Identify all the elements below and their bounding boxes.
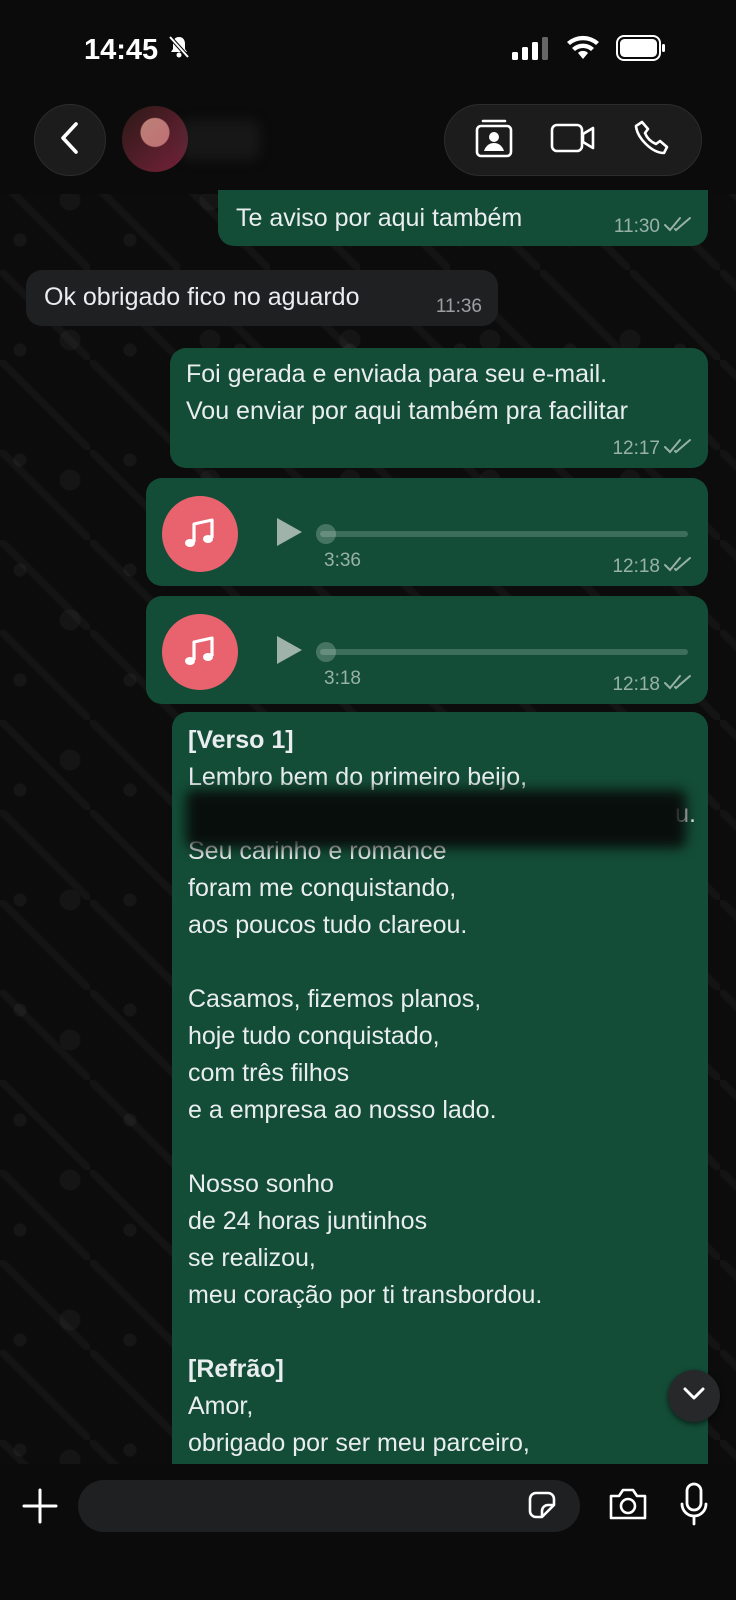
audio-duration: 3:36: [324, 550, 361, 571]
message-time: 11:36: [435, 296, 482, 317]
lyrics-line: [Verso 1]: [188, 726, 294, 754]
lyrics-message[interactable]: [Verso 1] Lembro bem do primeiro beijo, …: [172, 712, 708, 1472]
lyrics-line: [188, 1314, 708, 1351]
double-check-icon: [664, 438, 692, 460]
status-icons: [512, 34, 666, 66]
message-time: 12:17: [612, 438, 660, 459]
attach-button[interactable]: [18, 1486, 62, 1530]
message-outgoing[interactable]: Te aviso por aqui também 11:30: [218, 190, 708, 246]
message-meta: 11:30: [614, 216, 692, 238]
lyrics-line: se realizou,: [188, 1244, 316, 1272]
chevron-down-icon: [682, 1386, 706, 1407]
composer-bar: [0, 1464, 736, 1600]
camera-button[interactable]: [604, 1484, 652, 1528]
phone-icon: [634, 120, 670, 161]
bell-muted-icon: [168, 34, 190, 67]
audio-scrubber[interactable]: [316, 524, 336, 544]
camera-icon: [607, 1486, 649, 1527]
lyrics-line: Nosso sonho: [188, 1170, 334, 1198]
wifi-icon: [566, 35, 600, 66]
contact-card-icon: [474, 117, 514, 164]
lyrics-line: [188, 1129, 708, 1166]
lyrics-line: Casamos, fizemos planos,: [188, 985, 482, 1013]
audio-scrubber[interactable]: [316, 642, 336, 662]
music-note-icon: [162, 614, 238, 690]
audio-duration: 3:18: [324, 668, 361, 689]
double-check-icon: [664, 556, 692, 578]
message-meta: 12:18: [612, 556, 692, 578]
cellular-signal-icon: [512, 36, 550, 65]
microphone-icon: [679, 1482, 709, 1531]
lyrics-line: meu coração por ti transbordou.: [188, 1281, 543, 1309]
audio-message[interactable]: 3:18 12:18: [146, 596, 708, 704]
play-button[interactable]: [274, 634, 304, 671]
play-button[interactable]: [274, 516, 304, 553]
message-time: 12:18: [612, 556, 660, 577]
contact-avatar[interactable]: [122, 106, 188, 172]
message-text: Ok obrigado fico no aguardo: [44, 283, 360, 311]
message-text: Te aviso por aqui também: [236, 204, 523, 232]
message-meta: 11:36: [436, 296, 482, 318]
lyrics-line: hoje tudo conquistado,: [188, 1022, 440, 1050]
header-actions: [444, 104, 702, 176]
music-note-icon: [162, 496, 238, 572]
contact-name-redacted[interactable]: [180, 120, 260, 160]
redacted-line: [186, 790, 686, 848]
message-text: Foi gerada e enviada para seu e-mail. Vo…: [186, 360, 628, 425]
contact-card-button[interactable]: [464, 110, 524, 170]
lyrics-line: e a empresa ao nosso lado.: [188, 1096, 497, 1124]
lyrics-line: Amor,: [188, 1392, 254, 1420]
message-meta: 12:18: [612, 674, 692, 696]
double-check-icon: [664, 216, 692, 238]
chevron-left-icon: [59, 121, 81, 160]
lyrics-line: [Refrão]: [188, 1355, 284, 1383]
status-time-text: 14:45: [84, 33, 159, 66]
audio-progress-track[interactable]: [320, 649, 688, 655]
message-meta: 12:17: [612, 438, 692, 460]
double-check-icon: [664, 674, 692, 696]
audio-progress-track[interactable]: [320, 531, 688, 537]
sticker-button[interactable]: [524, 1490, 560, 1524]
microphone-button[interactable]: [672, 1480, 716, 1532]
lyrics-line: obrigado por ser meu parceiro,: [188, 1429, 530, 1457]
lyrics-line: de 24 horas juntinhos: [188, 1207, 428, 1235]
lyrics-line: aos poucos tudo clareou.: [188, 911, 468, 939]
lyrics-line: com três filhos: [188, 1059, 350, 1087]
voice-call-button[interactable]: [622, 110, 682, 170]
message-outgoing[interactable]: Foi gerada e enviada para seu e-mail. Vo…: [170, 348, 708, 468]
lyrics-line: foram me conquistando,: [188, 874, 457, 902]
video-camera-icon: [550, 122, 596, 159]
status-time: 14:45: [84, 34, 190, 67]
sticker-icon: [526, 1489, 558, 1526]
video-call-button[interactable]: [543, 110, 603, 170]
message-incoming[interactable]: Ok obrigado fico no aguardo 11:36: [26, 270, 498, 326]
message-time: 11:30: [613, 216, 660, 237]
message-input[interactable]: [96, 1480, 516, 1532]
battery-icon: [616, 34, 666, 66]
message-time: 12:18: [612, 674, 660, 695]
status-bar: 14:45: [0, 0, 736, 100]
audio-message[interactable]: 3:36 12:18: [146, 478, 708, 586]
back-button[interactable]: [34, 104, 106, 176]
plus-icon: [22, 1488, 58, 1529]
message-input-wrapper: [78, 1480, 580, 1532]
lyrics-line: [188, 944, 708, 981]
scroll-to-bottom-button[interactable]: [668, 1370, 720, 1422]
chat-header: [0, 100, 736, 194]
